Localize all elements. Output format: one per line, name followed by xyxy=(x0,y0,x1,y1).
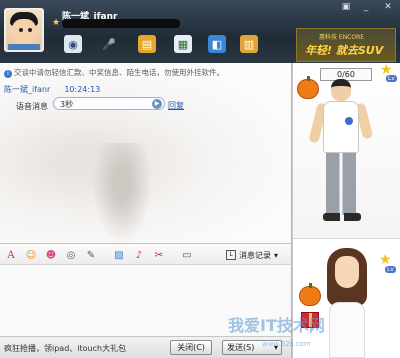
message-header: 陈一斌_ifanr 10:24:13 xyxy=(4,84,100,95)
figure-shirt xyxy=(323,101,359,153)
level-badge-icon: Lv xyxy=(385,266,396,273)
level-badge-icon: Lv xyxy=(386,75,397,82)
avatar-eye xyxy=(19,28,23,32)
screenshot-icon[interactable]: ✂ xyxy=(152,248,166,262)
message-history-button[interactable]: L 消息记录 ▾ xyxy=(222,247,282,263)
chevron-down-icon: ▾ xyxy=(274,250,279,260)
figure-legs xyxy=(326,153,356,215)
send-button-label: 发送(S) xyxy=(227,343,255,352)
signature-bar xyxy=(62,19,180,28)
input-toolbar: A ☺ ☻ ◎ ✎ ▨ ♪ ✂ ▭ L 消息记录 ▾ xyxy=(0,243,292,265)
shake-icon[interactable]: ◎ xyxy=(64,248,78,262)
app-share-icon[interactable]: ◧ xyxy=(208,35,226,53)
magic-emoticon-icon[interactable]: ☻ xyxy=(44,248,58,262)
music-icon[interactable]: ♪ xyxy=(132,248,146,262)
chat-window-header: 陈一斌_ifanr ★ ◉ 🎤 ▤ ▦ ◧ ▥ ▣ _ ✕ 惠科技 ENCORE… xyxy=(0,0,400,63)
doodle-icon[interactable]: ✎ xyxy=(84,248,98,262)
watermark: 我爱IT技术网 xyxy=(228,316,325,335)
close-icon[interactable]: ✕ xyxy=(382,2,394,12)
avatar-shirt xyxy=(8,44,40,50)
font-icon[interactable]: A xyxy=(4,248,18,262)
menu-icon[interactable]: ▣ xyxy=(340,2,352,12)
remote-assist-icon[interactable]: ▦ xyxy=(174,35,192,53)
schedule-icon[interactable]: ▭ xyxy=(180,248,194,262)
contact-show-avatar[interactable]: 0/60 ★ Lv xyxy=(293,62,400,239)
security-notice: i 交谈中请勿轻信汇款、中奖信息、陌生电话，勿使用外挂软件。 xyxy=(4,67,224,78)
bottom-bar: 疯狂抢播，领ipad、itouch大礼包 关闭(C) 发送(S) ▾ xyxy=(0,336,292,358)
ad-banner[interactable]: 惠科技 ENCORE 年轻! 就去SUV xyxy=(296,28,396,62)
minimize-icon[interactable]: _ xyxy=(360,2,372,12)
close-button[interactable]: 关闭(C) xyxy=(170,340,212,355)
figure-shoes xyxy=(323,213,361,221)
figure-body xyxy=(329,302,365,358)
info-icon: i xyxy=(4,70,12,78)
message-sender: 陈一斌_ifanr xyxy=(4,85,51,94)
figure-face xyxy=(335,256,359,288)
pumpkin-icon[interactable] xyxy=(299,283,321,306)
chat-background-art xyxy=(92,143,152,243)
voice-message-player[interactable]: 3秒 ▶ xyxy=(53,97,165,110)
send-file-icon[interactable]: ▤ xyxy=(138,35,156,53)
voice-call-icon[interactable]: 🎤 xyxy=(100,35,118,53)
ad-brand: 惠科技 ENCORE xyxy=(319,34,365,41)
reply-link[interactable]: 回复 xyxy=(168,100,184,111)
emoticon-icon[interactable]: ☺ xyxy=(24,248,38,262)
shirt-logo-icon xyxy=(345,117,353,125)
message-time: 10:24:13 xyxy=(64,85,101,94)
level-star-icon: ★ xyxy=(52,18,61,28)
chat-history[interactable]: i 交谈中请勿轻信汇款、中奖信息、陌生电话，勿使用外挂软件。 陈一斌_ifanr 1… xyxy=(0,63,292,243)
more-apps-icon[interactable]: ▥ xyxy=(240,35,258,53)
watermark-url: www.52ij.com xyxy=(262,340,311,348)
avatar-face xyxy=(12,19,36,45)
pumpkin-icon[interactable] xyxy=(297,76,319,99)
security-notice-text: 交谈中请勿轻信汇款、中奖信息、陌生电话，勿使用外挂软件。 xyxy=(14,68,224,77)
history-icon: L xyxy=(226,250,236,260)
voice-duration: 3秒 xyxy=(60,100,74,109)
ad-slogan: 年轻! 就去SUV xyxy=(305,44,384,57)
image-icon[interactable]: ▨ xyxy=(112,248,126,262)
message-history-label: 消息记录 xyxy=(239,250,271,260)
avatar-eye xyxy=(28,28,32,32)
voice-message-label: 语音消息 xyxy=(16,102,48,111)
contact-avatar[interactable] xyxy=(4,8,44,52)
promo-link[interactable]: 疯狂抢播，领ipad、itouch大礼包 xyxy=(4,343,126,354)
video-call-icon[interactable]: ◉ xyxy=(64,35,82,53)
figure-head xyxy=(331,79,351,101)
play-icon[interactable]: ▶ xyxy=(152,99,162,109)
